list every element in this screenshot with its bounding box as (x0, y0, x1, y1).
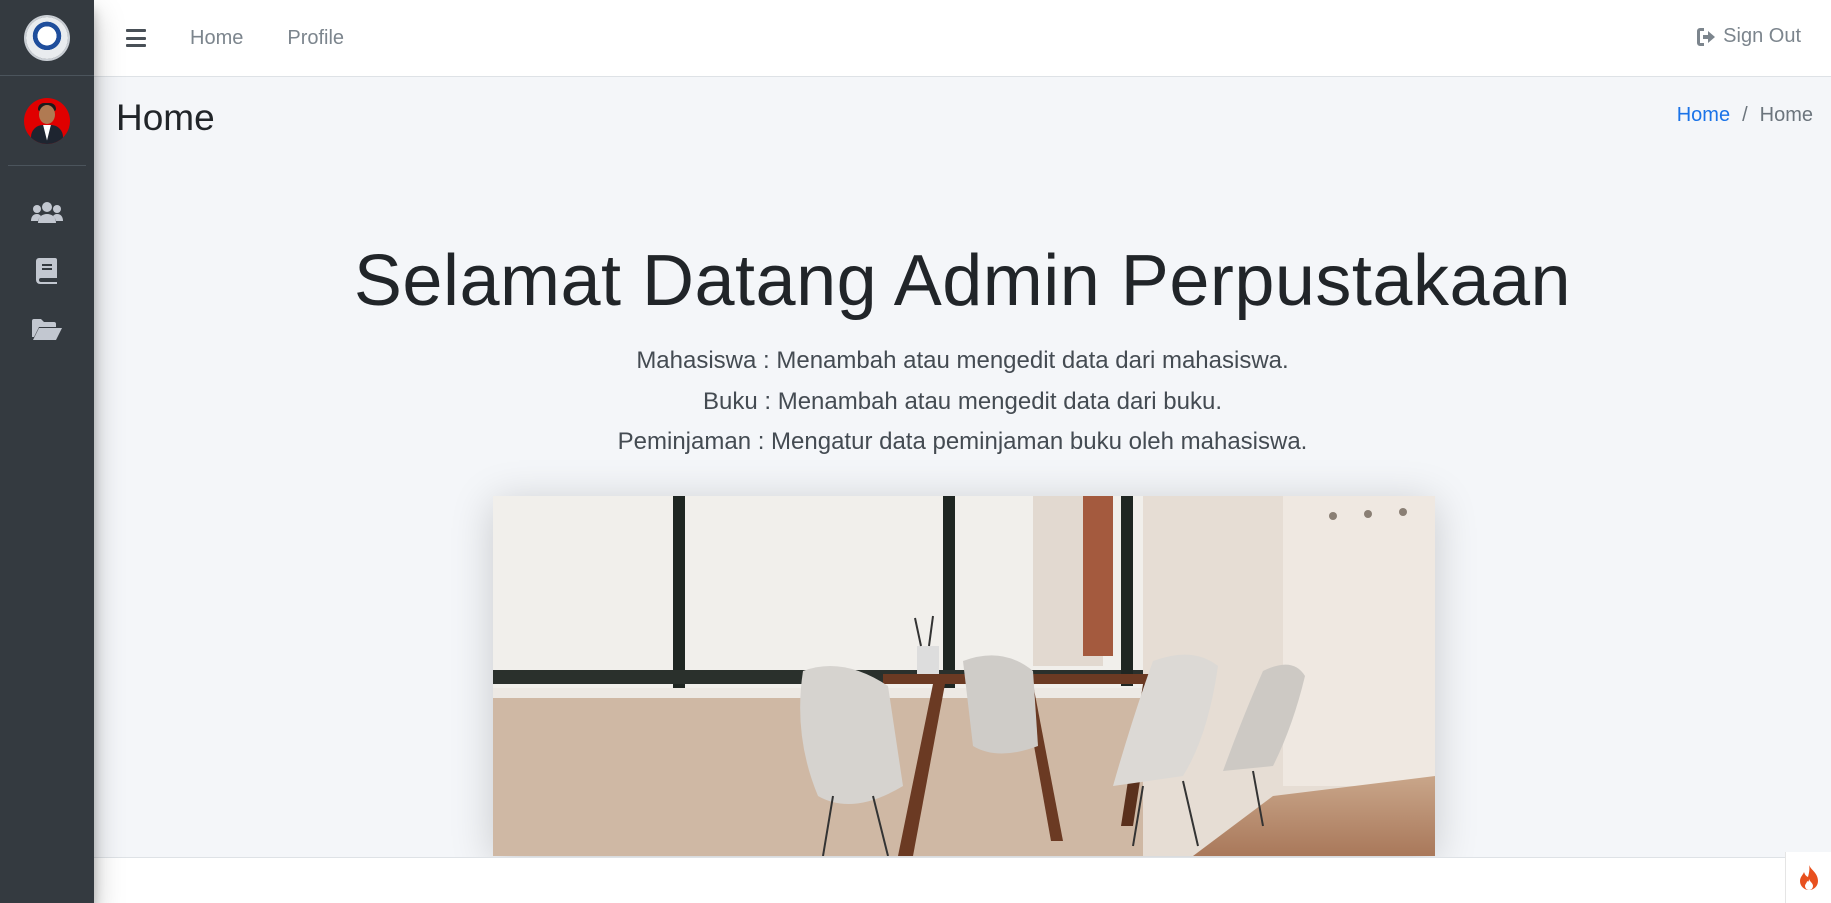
sign-out-label: Sign Out (1723, 25, 1801, 47)
page-title: Home (116, 97, 215, 138)
book-icon (36, 258, 57, 284)
codeigniter-debug-toggle[interactable] (1785, 852, 1831, 903)
avatar[interactable] (24, 97, 70, 144)
description-mahasiswa: Mahasiswa : Menambah atau mengedit data … (636, 347, 1289, 374)
brand-link[interactable] (0, 0, 94, 76)
breadcrumb-current: Home (1759, 104, 1813, 126)
sign-out-button[interactable]: Sign Out (1697, 25, 1801, 48)
hero-image (493, 496, 1435, 856)
sidebar-item-mahasiswa[interactable] (0, 184, 94, 242)
sidebar-menu (0, 166, 94, 358)
nav-link-profile[interactable]: Profile (287, 27, 344, 50)
welcome-heading: Selamat Datang Admin Perpustakaan (353, 241, 1572, 321)
sidebar-item-buku[interactable] (0, 242, 94, 300)
breadcrumb-separator: / (1742, 104, 1748, 126)
description-buku: Buku : Menambah atau mengedit data dari … (703, 388, 1222, 415)
menu-toggle-icon[interactable] (126, 29, 146, 47)
description-peminjaman: Peminjaman : Mengatur data peminjaman bu… (617, 428, 1308, 455)
top-navbar: Home Profile Sign Out (94, 0, 1831, 77)
footer (94, 857, 1831, 903)
breadcrumb-home-link[interactable]: Home (1677, 104, 1730, 127)
folder-open-icon (32, 319, 62, 340)
nav-link-home[interactable]: Home (190, 27, 243, 50)
users-icon (31, 202, 63, 223)
sidebar (0, 0, 94, 903)
fire-icon (1799, 864, 1818, 890)
user-panel (8, 76, 86, 166)
breadcrumb: Home / Home (1677, 104, 1813, 127)
sign-out-icon (1697, 27, 1716, 46)
sidebar-item-peminjaman[interactable] (0, 300, 94, 358)
university-logo (26, 16, 68, 59)
